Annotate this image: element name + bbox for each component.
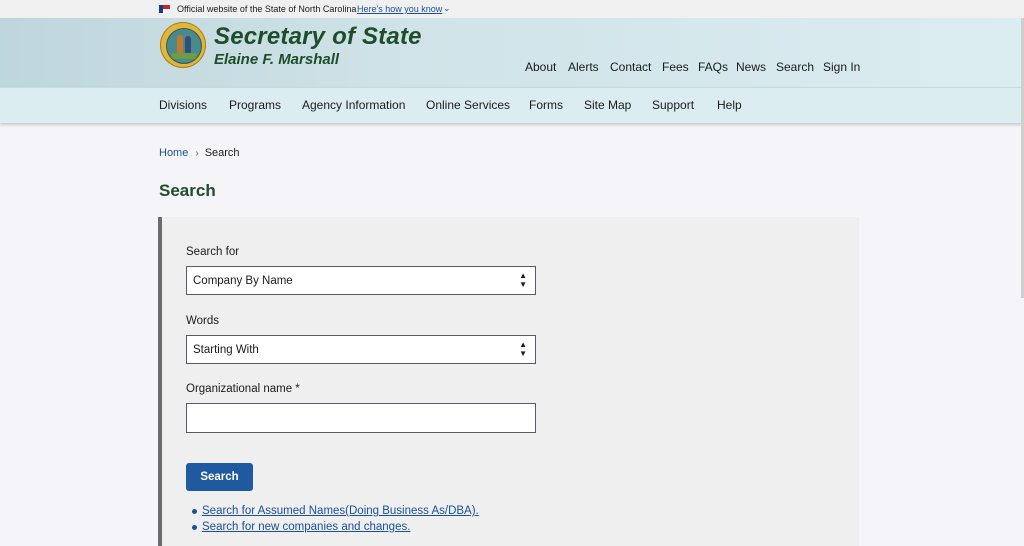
select-arrows-icon: ▲ ▼ <box>519 340 527 358</box>
utility-nav-alerts[interactable]: Alerts <box>568 60 599 74</box>
search-for-label: Search for <box>186 246 240 258</box>
nav-support[interactable]: Support <box>652 98 694 112</box>
assumed-names-link[interactable]: Search for Assumed Names(Doing Business … <box>202 505 479 517</box>
utility-nav-faqs[interactable]: FAQs <box>698 60 728 74</box>
nav-help[interactable]: Help <box>717 98 742 112</box>
nav-divisions[interactable]: Divisions <box>159 98 207 112</box>
search-links-list: Search for Assumed Names(Doing Business … <box>192 505 479 537</box>
breadcrumb-current: Search <box>204 147 240 159</box>
page-title: Search <box>159 181 216 200</box>
utility-nav-about[interactable]: About <box>525 60 556 74</box>
list-item: Search for Assumed Names(Doing Business … <box>192 505 479 521</box>
site-header: Secretary of State Elaine F. Marshall Ab… <box>0 18 1024 87</box>
select-arrows-icon: ▲ ▼ <box>519 271 527 289</box>
words-label: Words <box>186 315 220 327</box>
utility-nav-news[interactable]: News <box>736 60 766 74</box>
site-subtitle: Elaine F. Marshall <box>214 51 340 68</box>
site-title[interactable]: Secretary of State <box>214 23 422 51</box>
heres-how-you-know-link[interactable]: Here's how you know <box>357 4 442 14</box>
search-for-select[interactable]: Company By Name ▲ ▼ <box>186 266 536 295</box>
search-button[interactable]: Search <box>186 463 253 491</box>
nc-flag-icon <box>159 5 170 13</box>
words-value: Starting With <box>193 344 259 356</box>
utility-nav-sign-in[interactable]: Sign In <box>823 60 860 74</box>
nav-forms[interactable]: Forms <box>529 98 563 112</box>
main-nav: Divisions Programs Agency Information On… <box>0 87 1024 123</box>
state-seal-logo[interactable] <box>160 22 206 68</box>
list-item: Search for new companies and changes. <box>192 521 479 537</box>
nav-site-map[interactable]: Site Map <box>584 98 631 112</box>
bullet-icon <box>192 509 197 514</box>
search-for-value: Company By Name <box>193 275 293 287</box>
org-name-label: Organizational name * <box>186 383 300 395</box>
nav-agency-information[interactable]: Agency Information <box>302 98 405 112</box>
utility-nav-fees[interactable]: Fees <box>662 60 689 74</box>
breadcrumb-home[interactable]: Home <box>159 147 188 159</box>
utility-nav-contact[interactable]: Contact <box>610 60 651 74</box>
search-form-panel: Search for Company By Name ▲ ▼ Words Star… <box>158 217 859 546</box>
new-companies-link[interactable]: Search for new companies and changes. <box>202 521 410 533</box>
nav-online-services[interactable]: Online Services <box>426 98 510 112</box>
chevron-right-icon: › <box>195 148 199 159</box>
words-select[interactable]: Starting With ▲ ▼ <box>186 335 536 364</box>
gov-banner: Official website of the State of North C… <box>0 0 1024 18</box>
nav-programs[interactable]: Programs <box>229 98 281 112</box>
utility-nav-search[interactable]: Search <box>776 60 814 74</box>
chevron-down-icon[interactable]: ⌄ <box>443 3 451 14</box>
official-website-text: Official website of the State of North C… <box>177 4 357 14</box>
bullet-icon <box>192 525 197 530</box>
breadcrumb: Home › Search <box>159 147 240 159</box>
org-name-input[interactable] <box>186 403 536 433</box>
